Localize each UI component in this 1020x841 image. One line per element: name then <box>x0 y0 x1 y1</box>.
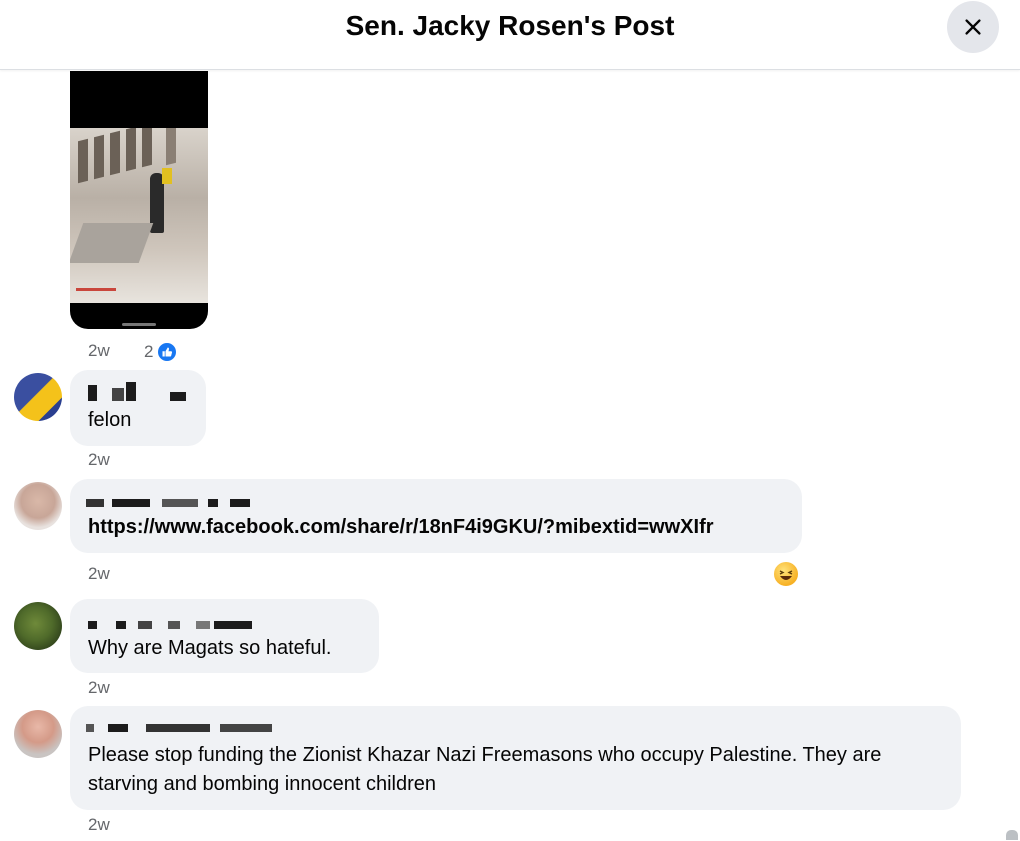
commenter-avatar[interactable] <box>14 602 62 650</box>
video-progress-handle <box>122 323 156 326</box>
post-video-thumbnail[interactable] <box>70 71 208 329</box>
comment-text: felon <box>88 409 132 431</box>
redacted-commenter-name[interactable] <box>88 621 97 629</box>
commenter-avatar[interactable] <box>14 373 62 421</box>
redacted-commenter-name[interactable] <box>86 499 104 507</box>
comment-timestamp[interactable]: 2w <box>88 450 110 470</box>
like-count: 2 <box>144 342 154 361</box>
redacted-commenter-name[interactable] <box>86 724 94 732</box>
close-icon <box>965 19 981 35</box>
post-timestamp[interactable]: 2w <box>88 341 110 361</box>
haha-reaction-icon[interactable] <box>772 560 800 588</box>
comment-timestamp[interactable]: 2w <box>88 678 110 698</box>
dialog-title: Sen. Jacky Rosen's Post <box>345 10 675 41</box>
comment-timestamp[interactable]: 2w <box>88 564 110 584</box>
close-button[interactable] <box>947 1 999 53</box>
video-frame <box>70 128 208 303</box>
commenter-avatar[interactable] <box>14 482 62 530</box>
comment-bubble: Please stop funding the Zionist Khazar N… <box>70 706 961 810</box>
scrollbar-thumb[interactable] <box>1006 830 1018 840</box>
comment-text: Please stop funding the Zionist Khazar N… <box>88 744 882 795</box>
redacted-commenter-name[interactable] <box>88 385 97 401</box>
comment-bubble: felon <box>70 370 206 446</box>
comment-bubble: Why are Magats so hateful. <box>70 599 379 673</box>
post-reactions[interactable]: 2 <box>144 341 179 363</box>
like-icon <box>156 341 179 363</box>
comment-text: Why are Magats so hateful. <box>88 637 332 659</box>
comment-timestamp[interactable]: 2w <box>88 815 110 835</box>
comment-bubble: https://www.facebook.com/share/r/18nF4i9… <box>70 479 802 553</box>
comment-link[interactable]: https://www.facebook.com/share/r/18nF4i9… <box>88 513 714 542</box>
commenter-avatar[interactable] <box>14 710 62 758</box>
dialog-header: Sen. Jacky Rosen's Post <box>0 0 1020 70</box>
